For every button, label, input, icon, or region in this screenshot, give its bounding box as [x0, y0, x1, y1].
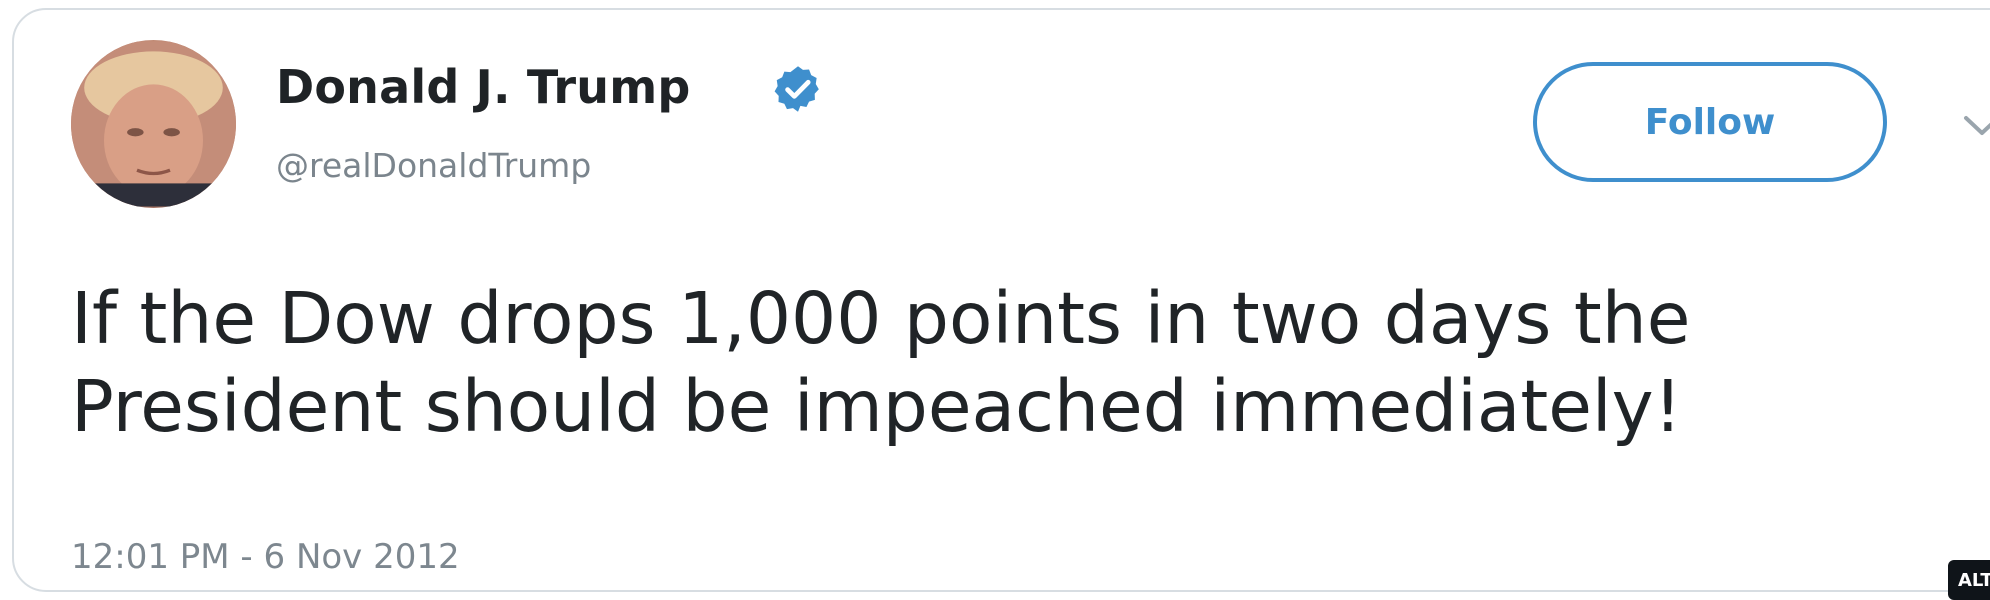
alt-text-badge[interactable]: ALT [1948, 560, 1990, 600]
author-name[interactable]: Donald J. Trump [276, 60, 691, 114]
avatar-photo-icon [71, 41, 236, 207]
tweet-card: Donald J. Trump @realDonaldTrump Follow … [12, 8, 1990, 592]
avatar[interactable] [71, 40, 236, 208]
verified-badge-icon [774, 66, 819, 112]
follow-button[interactable]: Follow [1533, 62, 1887, 182]
chevron-down-icon[interactable] [1962, 113, 1990, 139]
tweet-timestamp[interactable]: 12:01 PM - 6 Nov 2012 [71, 537, 460, 577]
author-handle[interactable]: @realDonaldTrump [276, 146, 591, 185]
tweet-text: If the Dow drops 1,000 points in two day… [71, 277, 1691, 448]
